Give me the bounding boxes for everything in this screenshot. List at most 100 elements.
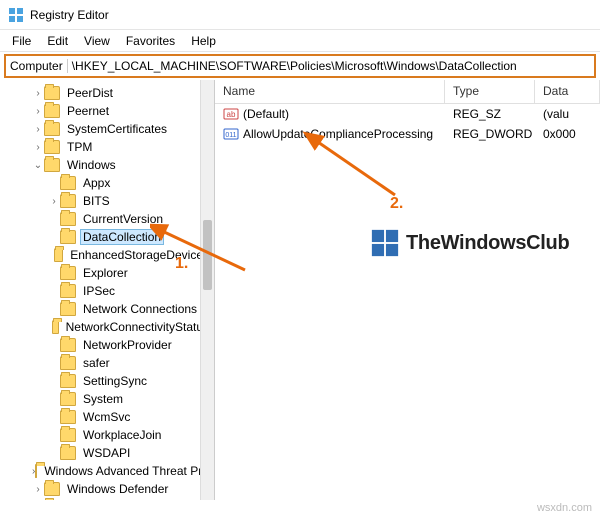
value-data: 0x000: [535, 125, 600, 143]
tree-node-label: WcmSvc: [80, 409, 133, 425]
tree-node-label: BITS: [80, 193, 113, 209]
menu-file[interactable]: File: [4, 32, 39, 50]
tree-node-enhancedstoragedevices[interactable]: EnhancedStorageDevices: [0, 246, 214, 264]
folder-icon: [60, 212, 76, 226]
tree-node-label: Windows Advanced Threat Protection: [41, 463, 214, 479]
app-icon: [8, 7, 24, 23]
tree-node-peernet[interactable]: › Peernet: [0, 102, 214, 120]
value-name: AllowUpdateComplianceProcessing: [243, 127, 433, 141]
folder-icon: [60, 230, 76, 244]
folder-icon: [60, 428, 76, 442]
string-value-icon: ab: [223, 106, 239, 122]
tree-node-label: EnhancedStorageDevices: [67, 247, 212, 263]
expand-icon[interactable]: ›: [32, 142, 44, 153]
tree-node-windows-advanced-threat-protection[interactable]: ›Windows Advanced Threat Protection: [0, 462, 214, 480]
column-type[interactable]: Type: [445, 80, 535, 103]
tree-node-currentversion[interactable]: CurrentVersion: [0, 210, 214, 228]
tree-node-label: WSDAPI: [80, 445, 133, 461]
folder-icon: [44, 86, 60, 100]
folder-icon: [60, 446, 76, 460]
tree-node-networkconnectivitystatus[interactable]: NetworkConnectivityStatus: [0, 318, 214, 336]
tree-node-label: CurrentVersion: [80, 211, 166, 227]
folder-icon: [60, 356, 76, 370]
folder-icon: [44, 140, 60, 154]
tree-scrollbar[interactable]: [200, 80, 214, 500]
tree-node-windows-defender[interactable]: ›Windows Defender: [0, 480, 214, 498]
tree-node-wsdapi[interactable]: WSDAPI: [0, 444, 214, 462]
expand-icon[interactable]: ›: [48, 196, 60, 207]
tree-node-datacollection[interactable]: DataCollection: [0, 228, 214, 246]
tree-node-ipsec[interactable]: IPSec: [0, 282, 214, 300]
tree-node-label: Explorer: [80, 265, 131, 281]
value-type: REG_DWORD: [445, 125, 535, 143]
tree-node-label: Windows: [64, 157, 119, 173]
folder-icon: [60, 194, 76, 208]
scrollbar-thumb[interactable]: [203, 220, 212, 290]
folder-icon: [60, 284, 76, 298]
folder-icon: [35, 464, 37, 478]
watermark: wsxdn.com: [537, 502, 592, 514]
tree-node-label: safer: [80, 355, 113, 371]
tree-pane[interactable]: ›PeerDist›Peernet›SystemCertificates›TPM…: [0, 80, 215, 500]
tree-node-systemcertificates[interactable]: ›SystemCertificates: [0, 120, 214, 138]
tree-node-label: Peernet: [64, 103, 112, 119]
menu-edit[interactable]: Edit: [39, 32, 76, 50]
expand-icon[interactable]: ›: [32, 124, 44, 135]
value-type: REG_SZ: [445, 105, 535, 123]
tree-node-wcmsvc[interactable]: WcmSvc: [0, 408, 214, 426]
tree-node-label: WorkplaceJoin: [80, 427, 164, 443]
svg-text:ab: ab: [227, 110, 236, 119]
tree-node-label: PeerDist: [64, 85, 116, 101]
menu-view[interactable]: View: [76, 32, 118, 50]
column-name[interactable]: Name: [215, 80, 445, 103]
tree-node-label: DataCollection: [80, 229, 164, 245]
folder-icon: [44, 158, 60, 172]
value-data: (valu: [535, 105, 600, 123]
window-title: Registry Editor: [30, 8, 109, 22]
column-data[interactable]: Data: [535, 80, 600, 103]
tree-node-windows-nt[interactable]: ›Windows NT: [0, 498, 214, 500]
tree-node-label: Network Connections: [80, 301, 200, 317]
address-bar[interactable]: Computer \HKEY_LOCAL_MACHINE\SOFTWARE\Po…: [4, 54, 596, 78]
tree-node-networkprovider[interactable]: NetworkProvider: [0, 336, 214, 354]
folder-icon: [60, 410, 76, 424]
folder-icon: [54, 248, 63, 262]
titlebar: Registry Editor: [0, 0, 600, 30]
tree-node-system[interactable]: System: [0, 390, 214, 408]
list-pane[interactable]: Name Type Data ab(Default)REG_SZ(valu011…: [215, 80, 600, 500]
tree-node-label: Appx: [80, 175, 113, 191]
list-header: Name Type Data: [215, 80, 600, 104]
tree-node-safer[interactable]: safer: [0, 354, 214, 372]
address-path[interactable]: \HKEY_LOCAL_MACHINE\SOFTWARE\Policies\Mi…: [68, 59, 521, 73]
address-label: Computer: [6, 59, 68, 73]
tree-node-network-connections[interactable]: Network Connections: [0, 300, 214, 318]
value-name: (Default): [243, 107, 289, 121]
tree-node-peerdist[interactable]: › PeerDist: [0, 84, 214, 102]
tree-node-appx[interactable]: Appx: [0, 174, 214, 192]
tree-node-bits[interactable]: › BITS: [0, 192, 214, 210]
folder-icon: [44, 104, 60, 118]
folder-icon: [60, 392, 76, 406]
expand-icon[interactable]: ⌄: [32, 160, 44, 171]
tree-node-explorer[interactable]: Explorer: [0, 264, 214, 282]
tree-node-label: TPM: [64, 139, 95, 155]
expand-icon[interactable]: ›: [32, 88, 44, 99]
expand-icon[interactable]: ›: [32, 484, 44, 495]
tree-node-label: SettingSync: [80, 373, 150, 389]
tree-node-label: IPSec: [80, 283, 118, 299]
expand-icon[interactable]: ›: [32, 106, 44, 117]
tree-node-settingsync[interactable]: SettingSync: [0, 372, 214, 390]
registry-value-row[interactable]: 011 AllowUpdateComplianceProcessing REG_DW…: [215, 124, 600, 144]
folder-icon: [60, 302, 76, 316]
folder-icon: [52, 320, 59, 334]
menu-favorites[interactable]: Favorites: [118, 32, 183, 50]
dword-value-icon: 011: [223, 126, 239, 142]
menu-help[interactable]: Help: [183, 32, 224, 50]
tree-node-tpm[interactable]: › TPM: [0, 138, 214, 156]
folder-icon: [60, 266, 76, 280]
tree-node-workplacejoin[interactable]: WorkplaceJoin: [0, 426, 214, 444]
tree-node-windows[interactable]: ⌄ Windows: [0, 156, 214, 174]
registry-value-row[interactable]: ab (Default) REG_SZ(valu: [215, 104, 600, 124]
svg-text:011: 011: [225, 132, 236, 139]
tree-node-label: Windows NT: [64, 499, 138, 500]
